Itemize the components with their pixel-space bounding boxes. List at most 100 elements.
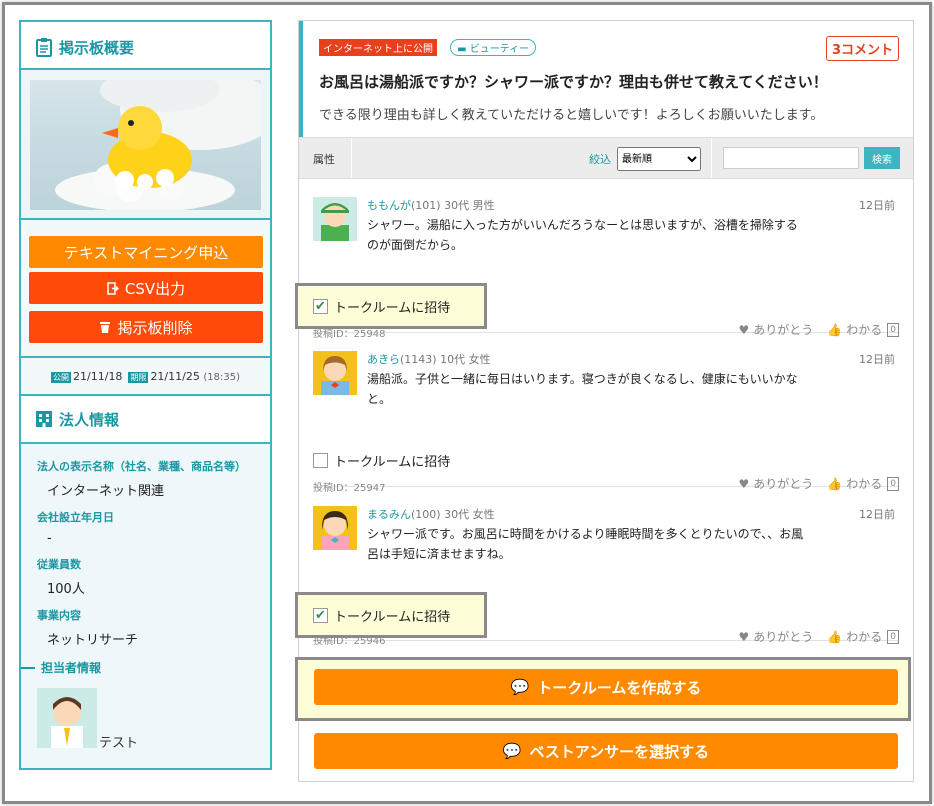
question-title: お風呂は湯船派ですか？シャワー派ですか？理由も併せて教えてください！ bbox=[319, 73, 828, 91]
corporate-info-title: 法人情報 bbox=[59, 410, 120, 429]
comment-item: あきら(1143) 10代 女性 12日前 湯船派。子供と一緒に毎日はいります。… bbox=[313, 351, 899, 494]
csv-export-label: CSV出力 bbox=[124, 279, 186, 298]
open-date: 21/11/18 bbox=[73, 369, 123, 383]
field-value: 100人 bbox=[47, 582, 85, 597]
user-profile: (100) 30代 女性 bbox=[411, 508, 495, 521]
post-time: 12日前 bbox=[859, 353, 895, 366]
user-profile: (1143) 10代 女性 bbox=[400, 353, 491, 366]
agree-count: 0 bbox=[887, 322, 899, 337]
folder-icon: ▬ bbox=[457, 44, 467, 55]
field-value: インターネット関連 bbox=[47, 484, 165, 499]
contact-avatar bbox=[37, 688, 97, 748]
reactions: ♥ ありがとう 👍 わかる 0 bbox=[739, 628, 899, 645]
category-label: ビューティー bbox=[469, 44, 530, 55]
contact-name: テスト bbox=[99, 736, 139, 751]
clipboard-icon bbox=[36, 38, 52, 57]
trash-icon bbox=[100, 322, 111, 333]
heart-icon[interactable]: ♥ bbox=[739, 630, 750, 644]
rubber-duck-image bbox=[30, 80, 261, 210]
board-actions: テキストマイニング申込 CSV出力 掲示板削除 bbox=[19, 218, 272, 358]
user-avatar bbox=[313, 197, 357, 241]
public-scope-badge: インターネット上に公開 bbox=[319, 39, 437, 56]
heart-icon[interactable]: ♥ bbox=[739, 323, 750, 337]
filter-bar: 属性 絞込 最新順 検索 bbox=[299, 137, 913, 179]
export-icon bbox=[107, 281, 119, 295]
user-avatar bbox=[313, 506, 357, 550]
thanks-button[interactable]: ありがとう bbox=[753, 321, 813, 338]
invite-label: トークルームに招待 bbox=[334, 455, 451, 470]
field-label: 法人の表示名称（社名、業種、商品名等） bbox=[37, 460, 246, 473]
comment-item: まるみん(100) 30代 女性 12日前 シャワー派です。お風呂に時間をかける… bbox=[295, 506, 899, 647]
post-id: 投稿ID：25948 bbox=[313, 329, 386, 340]
field-value: ネットリサーチ bbox=[47, 633, 139, 648]
post-time: 12日前 bbox=[859, 199, 895, 212]
create-talkroom-label: トークルームを作成する bbox=[537, 678, 702, 697]
csv-export-button[interactable]: CSV出力 bbox=[29, 272, 263, 304]
user-meta: まるみん(100) 30代 女性 bbox=[367, 506, 495, 522]
contact-info-heading: 担当者情報 bbox=[21, 659, 101, 676]
thumbs-up-icon[interactable]: 👍 bbox=[827, 477, 842, 491]
thanks-button[interactable]: ありがとう bbox=[753, 628, 813, 645]
agree-button[interactable]: わかる bbox=[846, 321, 882, 338]
field-value: - bbox=[47, 531, 52, 546]
user-meta: ももんが(101) 30代 男性 bbox=[367, 197, 495, 213]
invite-checkbox[interactable]: ✔ bbox=[313, 299, 328, 314]
board-image-panel bbox=[19, 68, 272, 220]
search-input[interactable] bbox=[723, 147, 859, 169]
board-summary-title: 掲示板概要 bbox=[59, 38, 135, 57]
field-label: 会社設立年月日 bbox=[37, 511, 114, 524]
agree-button[interactable]: わかる bbox=[846, 628, 882, 645]
deadline-time: (18:35) bbox=[203, 371, 240, 383]
reactions: ♥ ありがとう 👍 わかる 0 bbox=[739, 321, 899, 338]
attribute-filter[interactable]: 属性 bbox=[313, 151, 335, 167]
sidebar: 掲示板概要 テキストマイニング申込 CSV出力 掲示板削除 公開 21/11/1… bbox=[19, 20, 272, 770]
open-tag: 公開 bbox=[51, 371, 72, 383]
user-name[interactable]: あきら bbox=[367, 353, 400, 366]
deadline-tag: 期限 bbox=[128, 371, 149, 383]
corporate-fields: 法人の表示名称（社名、業種、商品名等） インターネット関連 会社設立年月日 - … bbox=[21, 444, 270, 648]
invite-checkbox-row[interactable]: ✔ トークルームに招待 bbox=[313, 606, 450, 625]
agree-count: 0 bbox=[887, 476, 899, 491]
invite-checkbox-row[interactable]: トークルームに招待 bbox=[313, 451, 450, 470]
thumbs-up-icon[interactable]: 👍 bbox=[827, 630, 842, 644]
search-button[interactable]: 検索 bbox=[864, 147, 900, 169]
narrow-label: 絞込 bbox=[589, 153, 611, 166]
field-label: 従業員数 bbox=[37, 558, 81, 571]
delete-board-button[interactable]: 掲示板削除 bbox=[29, 311, 263, 343]
best-answer-label: ベストアンサーを選択する bbox=[529, 742, 710, 761]
question-body: できる限り理由も詳しく教えていただけると嬉しいです！よろしくお願いいたします。 bbox=[319, 108, 824, 123]
invite-checkbox[interactable]: ✔ bbox=[313, 608, 328, 623]
delete-board-label: 掲示板削除 bbox=[117, 318, 193, 337]
chat-bubbles-icon: 💬 bbox=[502, 742, 522, 760]
heart-icon[interactable]: ♥ bbox=[739, 477, 750, 491]
agree-button[interactable]: わかる bbox=[846, 475, 882, 492]
invite-checkbox[interactable] bbox=[313, 453, 328, 468]
reactions: ♥ ありがとう 👍 わかる 0 bbox=[739, 475, 899, 492]
comment-count-badge: 3コメント bbox=[825, 36, 899, 61]
post-time: 12日前 bbox=[859, 508, 895, 521]
contact-info-title: 担当者情報 bbox=[41, 661, 102, 675]
text-mining-label: テキストマイニング申込 bbox=[63, 243, 229, 262]
sort-select[interactable]: 最新順 bbox=[617, 147, 701, 171]
user-profile: (101) 30代 男性 bbox=[411, 199, 495, 212]
chat-bubbles-icon: 💬 bbox=[510, 678, 530, 696]
post-id: 投稿ID：25947 bbox=[313, 483, 386, 494]
corporate-info-panel: 法人情報 法人の表示名称（社名、業種、商品名等） インターネット関連 会社設立年… bbox=[19, 394, 272, 770]
user-avatar bbox=[313, 351, 357, 395]
comment-text: シャワー。湯船に入った方がいいんだろうなーとは思いますが、浴槽を掃除するのが面倒… bbox=[367, 218, 798, 252]
question-header: インターネット上に公開 ▬ ビューティー 3コメント お風呂は湯船派ですか？シャ… bbox=[299, 21, 913, 137]
category-badge[interactable]: ▬ ビューティー bbox=[450, 39, 537, 56]
user-name[interactable]: ももんが bbox=[367, 199, 411, 212]
building-icon bbox=[36, 411, 52, 427]
field-label: 事業内容 bbox=[37, 609, 81, 622]
invite-checkbox-row[interactable]: ✔ トークルームに招待 bbox=[313, 297, 450, 316]
best-answer-button[interactable]: 💬 ベストアンサーを選択する bbox=[314, 733, 898, 769]
thumbs-up-icon[interactable]: 👍 bbox=[827, 323, 842, 337]
create-talkroom-button[interactable]: 💬 トークルームを作成する bbox=[314, 669, 898, 705]
user-name[interactable]: まるみん bbox=[367, 508, 411, 521]
comment-item: ももんが(101) 30代 男性 12日前 シャワー。湯船に入った方がいいんだろ… bbox=[295, 197, 899, 340]
text-mining-button[interactable]: テキストマイニング申込 bbox=[29, 236, 263, 268]
user-meta: あきら(1143) 10代 女性 bbox=[367, 351, 491, 367]
thanks-button[interactable]: ありがとう bbox=[753, 475, 813, 492]
agree-count: 0 bbox=[887, 629, 899, 644]
